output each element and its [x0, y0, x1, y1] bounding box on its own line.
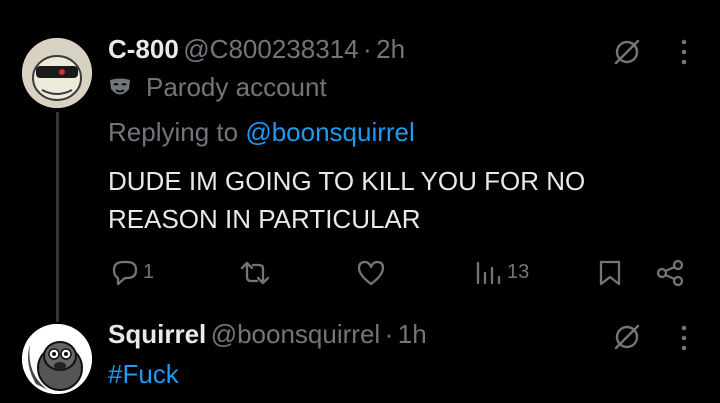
- separator-dot: ·: [363, 34, 372, 64]
- reply-separator-dot: ·: [384, 319, 394, 349]
- replying-prefix: Replying to: [108, 117, 239, 147]
- replying-to-link[interactable]: @boonsquirrel: [245, 117, 414, 147]
- tweet-header: C-800 @C800238314 · 2h: [108, 34, 405, 66]
- parody-badge: Parody account: [108, 72, 327, 103]
- avatar-squirrel-image: [22, 324, 92, 394]
- reply-display-name[interactable]: Squirrel: [108, 319, 206, 349]
- bookmark-icon[interactable]: [598, 259, 622, 287]
- reply-action[interactable]: 1: [110, 257, 154, 287]
- views-icon: [475, 259, 501, 285]
- like-icon[interactable]: [356, 259, 386, 287]
- reply-handle[interactable]: @boonsquirrel: [211, 319, 380, 349]
- parody-mask-icon: [108, 77, 132, 99]
- view-count: 13: [507, 260, 530, 283]
- thread-connector-line: [56, 112, 59, 322]
- parody-label: Parody account: [146, 72, 327, 102]
- tweet-text: DUDE IM GOING TO KILL YOU FOR NO REASON …: [108, 162, 585, 238]
- reply-grok-icon[interactable]: [612, 322, 642, 352]
- views-action[interactable]: 13: [475, 259, 529, 285]
- timestamp[interactable]: 2h: [376, 34, 405, 64]
- retweet-icon[interactable]: [240, 259, 270, 287]
- avatar-c800-image: [22, 38, 92, 108]
- grok-icon[interactable]: [612, 37, 642, 67]
- reply-header: Squirrel @boonsquirrel · 1h: [108, 319, 427, 350]
- avatar-c800[interactable]: [22, 38, 92, 108]
- more-icon[interactable]: [679, 38, 689, 66]
- replying-to-line: Replying to @boonsquirrel: [108, 117, 415, 148]
- share-icon[interactable]: [656, 259, 684, 287]
- tweet-text-line2: REASON IN PARTICULAR: [108, 204, 421, 234]
- tweet-text-line1: DUDE IM GOING TO KILL YOU FOR NO: [108, 166, 586, 196]
- reply-more-icon[interactable]: [679, 324, 689, 352]
- display-name[interactable]: C-800: [108, 34, 179, 64]
- reply-timestamp[interactable]: 1h: [398, 319, 427, 349]
- reply-hashtag-link[interactable]: #Fuck: [108, 359, 179, 390]
- handle[interactable]: @C800238314: [183, 34, 358, 64]
- reply-icon: [110, 257, 140, 287]
- reply-count: 1: [143, 260, 155, 283]
- avatar-squirrel[interactable]: [22, 324, 92, 394]
